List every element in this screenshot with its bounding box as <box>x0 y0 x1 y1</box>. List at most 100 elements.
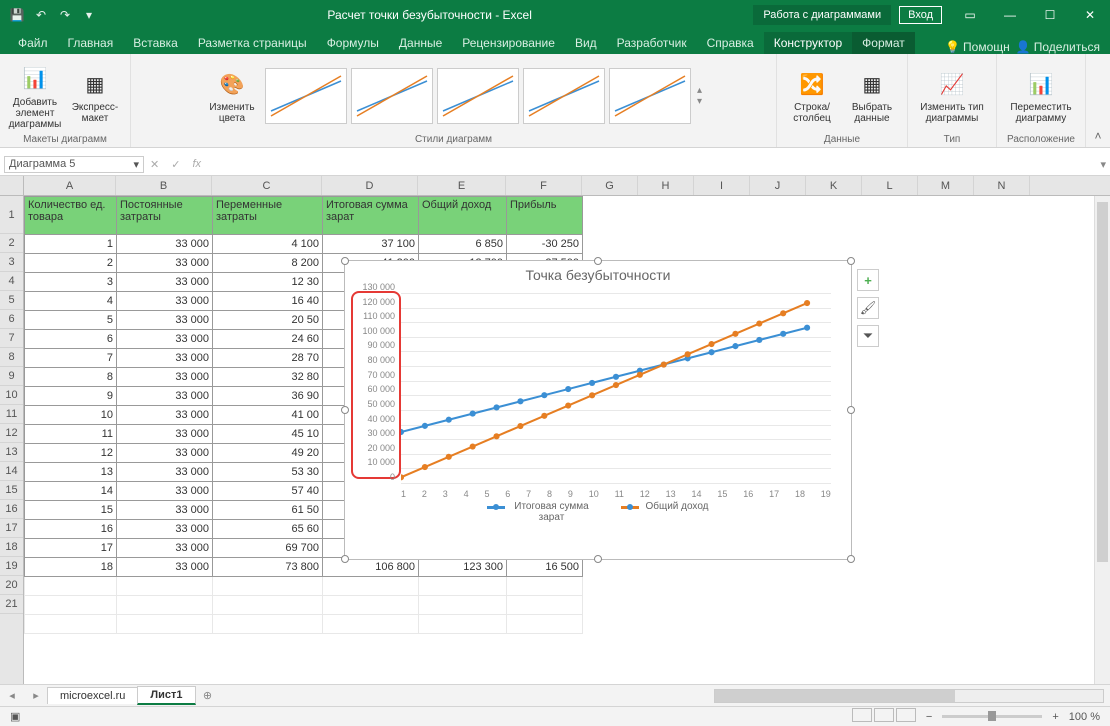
cell[interactable]: 53 30 <box>213 463 323 482</box>
cell[interactable]: 57 40 <box>213 482 323 501</box>
cell[interactable]: 36 90 <box>213 387 323 406</box>
cell[interactable]: 45 10 <box>213 425 323 444</box>
view-switcher[interactable] <box>850 708 916 725</box>
row-header[interactable]: 19 <box>0 557 23 576</box>
tab-formulas[interactable]: Формулы <box>317 32 389 54</box>
cell[interactable]: 106 800 <box>323 558 419 577</box>
minimize-icon[interactable]: — <box>990 0 1030 30</box>
chart-object[interactable]: Точка безубыточности 130 000120 000110 0… <box>344 260 852 560</box>
qat-customize-icon[interactable]: ▾ <box>80 6 98 24</box>
chevron-down-icon[interactable]: ▾ <box>133 158 139 171</box>
chart-filters-icon[interactable]: ⏷ <box>857 325 879 347</box>
cell[interactable]: 33 000 <box>117 539 213 558</box>
column-header[interactable]: F <box>506 176 582 195</box>
chart-elements-icon[interactable]: + <box>857 269 879 291</box>
cell[interactable]: 11 <box>25 425 117 444</box>
cell[interactable]: 9 <box>25 387 117 406</box>
column-header[interactable]: L <box>862 176 918 195</box>
cell[interactable]: 33 000 <box>117 501 213 520</box>
chart-styles-gallery[interactable] <box>265 68 691 124</box>
cell[interactable]: 73 800 <box>213 558 323 577</box>
styles-more-icon[interactable]: ▴▾ <box>697 85 702 107</box>
sheet-tab[interactable]: Лист1 <box>137 686 195 705</box>
fx-icon[interactable]: fx <box>192 158 201 171</box>
new-sheet-icon[interactable]: ⊕ <box>196 689 220 702</box>
tab-home[interactable]: Главная <box>58 32 124 54</box>
tab-developer[interactable]: Разработчик <box>607 32 697 54</box>
collapse-ribbon-icon[interactable]: ˄ <box>1086 54 1110 147</box>
column-header[interactable]: N <box>974 176 1030 195</box>
name-box[interactable]: Диаграмма 5▾ <box>4 156 144 173</box>
cell[interactable]: 33 000 <box>117 406 213 425</box>
tab-help[interactable]: Справка <box>697 32 764 54</box>
row-header[interactable]: 14 <box>0 462 23 481</box>
undo-icon[interactable]: ↶ <box>32 6 50 24</box>
chart-style-thumb[interactable] <box>609 68 691 124</box>
row-header[interactable]: 5 <box>0 291 23 310</box>
zoom-in-icon[interactable]: + <box>1052 711 1058 723</box>
cell[interactable]: 16 40 <box>213 292 323 311</box>
cell[interactable]: 33 000 <box>117 387 213 406</box>
cell[interactable]: 69 700 <box>213 539 323 558</box>
row-header[interactable]: 3 <box>0 253 23 272</box>
cell[interactable]: 65 60 <box>213 520 323 539</box>
record-macro-icon[interactable]: ▣ <box>10 710 20 723</box>
row-header[interactable]: 16 <box>0 500 23 519</box>
column-header[interactable]: B <box>116 176 212 195</box>
tab-page-layout[interactable]: Разметка страницы <box>188 32 317 54</box>
row-header[interactable]: 17 <box>0 519 23 538</box>
cell[interactable]: 33 000 <box>117 311 213 330</box>
row-header[interactable]: 21 <box>0 595 23 614</box>
cell[interactable]: 4 <box>25 292 117 311</box>
worksheet-grid[interactable]: 123456789101112131415161718192021 ABCDEF… <box>0 176 1110 684</box>
column-header[interactable]: K <box>806 176 862 195</box>
sign-in-button[interactable]: Вход <box>899 6 942 24</box>
cell[interactable]: 6 <box>25 330 117 349</box>
tab-design[interactable]: Конструктор <box>764 32 852 54</box>
row-header[interactable]: 13 <box>0 443 23 462</box>
chart-title[interactable]: Точка безубыточности <box>345 261 851 289</box>
sheet-nav-prev-icon[interactable]: ◂ <box>0 689 24 702</box>
cell[interactable]: 33 000 <box>117 368 213 387</box>
cell[interactable]: 33 000 <box>117 425 213 444</box>
column-header[interactable]: D <box>322 176 418 195</box>
table-header-cell[interactable]: Общий доход <box>419 197 507 235</box>
table-header-cell[interactable]: Прибыль <box>507 197 583 235</box>
column-header[interactable]: M <box>918 176 974 195</box>
tab-insert[interactable]: Вставка <box>123 32 188 54</box>
sheet-tab[interactable]: microexcel.ru <box>47 687 138 704</box>
zoom-value[interactable]: 100 % <box>1069 711 1100 723</box>
cell[interactable]: 16 <box>25 520 117 539</box>
column-header[interactable]: J <box>750 176 806 195</box>
share-button[interactable]: 👤 Поделиться <box>1016 40 1100 54</box>
cell[interactable]: 18 <box>25 558 117 577</box>
close-icon[interactable]: ✕ <box>1070 0 1110 30</box>
switch-row-column-button[interactable]: 🔀Строка/ столбец <box>785 68 839 124</box>
cell[interactable]: 33 000 <box>117 349 213 368</box>
cell[interactable]: 33 000 <box>117 273 213 292</box>
cell[interactable]: 37 100 <box>323 235 419 254</box>
cell[interactable]: 49 20 <box>213 444 323 463</box>
vertical-scrollbar[interactable] <box>1094 196 1110 684</box>
table-header-cell[interactable]: Переменные затраты <box>213 197 323 235</box>
select-all-corner[interactable] <box>0 176 23 196</box>
row-header[interactable]: 6 <box>0 310 23 329</box>
cell[interactable]: 61 50 <box>213 501 323 520</box>
cell[interactable]: 13 <box>25 463 117 482</box>
cell[interactable]: 33 000 <box>117 558 213 577</box>
chart-plot-area[interactable]: 130 000120 000110 000100 00090 00080 000… <box>401 293 831 483</box>
cell[interactable]: 33 000 <box>117 254 213 273</box>
ribbon-options-icon[interactable]: ▭ <box>950 0 990 30</box>
row-header[interactable]: 2 <box>0 234 23 253</box>
cell[interactable]: 20 50 <box>213 311 323 330</box>
horizontal-scrollbar[interactable] <box>220 689 1110 703</box>
cell[interactable]: 32 80 <box>213 368 323 387</box>
row-header[interactable]: 15 <box>0 481 23 500</box>
zoom-out-icon[interactable]: − <box>926 711 932 723</box>
cell[interactable]: 2 <box>25 254 117 273</box>
tab-review[interactable]: Рецензирование <box>452 32 565 54</box>
table-header-cell[interactable]: Количество ед. товара <box>25 197 117 235</box>
row-header[interactable]: 7 <box>0 329 23 348</box>
expand-formula-icon[interactable]: ▾ <box>1100 158 1106 171</box>
chart-style-thumb[interactable] <box>523 68 605 124</box>
